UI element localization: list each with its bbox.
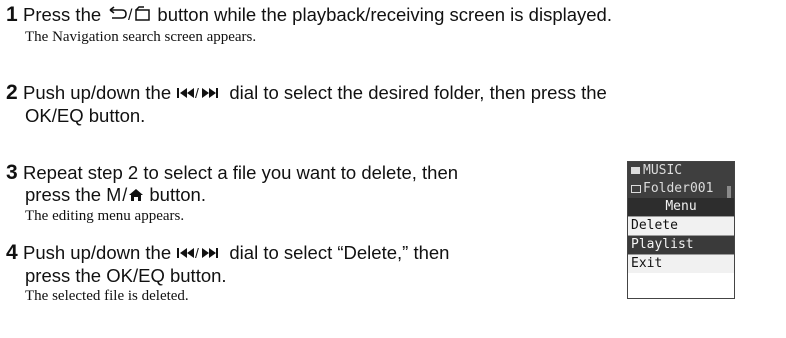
- svg-text:/: /: [128, 7, 133, 23]
- step-number: 4: [6, 241, 18, 264]
- step-text-part: dial to select “Delete,” then: [224, 242, 450, 263]
- step-2: 2 Push up/down the / dial to select the d…: [6, 82, 607, 127]
- step-text-part: button.: [144, 184, 206, 205]
- menu-item-delete: Delete: [628, 217, 734, 235]
- folder-header-label: MUSIC: [643, 163, 683, 178]
- step-3-text: 3 Repeat step 2 to select a file you want…: [6, 162, 458, 184]
- skip-dial-icon: /: [176, 83, 224, 105]
- folder-filled-icon: [631, 167, 640, 174]
- back-home-button-icon: /: [106, 5, 152, 28]
- svg-text:/: /: [195, 86, 199, 100]
- step-2-text-line2: OK/EQ button.: [25, 105, 146, 127]
- folder-header-row: MUSIC: [628, 162, 734, 180]
- folder-item-label: Folder001: [643, 181, 714, 196]
- step-4-text: 4 Push up/down the / dial to select “Dele…: [6, 242, 449, 265]
- step-3-note: The editing menu appears.: [25, 208, 185, 225]
- svg-text:/: /: [195, 246, 199, 260]
- menu-item-exit: Exit: [628, 255, 734, 273]
- step-4-note: The selected file is deleted.: [25, 288, 189, 305]
- step-text-part: dial to select the desired folder, then …: [224, 82, 607, 103]
- device-screen: MUSIC Folder001 Menu Delete Playlist Exi…: [627, 161, 735, 299]
- step-1-note: The Navigation search screen appears.: [25, 28, 257, 45]
- step-1-text: 1 Press the / button while the playback/r…: [6, 4, 612, 28]
- step-3: 3 Repeat step 2 to select a file you want…: [6, 162, 458, 226]
- step-1: 1 Press the / button while the playback/r…: [6, 4, 612, 47]
- step-2-text: 2 Push up/down the / dial to select the d…: [6, 82, 607, 105]
- step-3-text-line2: press the M/ button.: [6, 184, 458, 207]
- step-4-text-line2: press the OK/EQ button.: [25, 265, 227, 287]
- menu-item-playlist: Playlist: [628, 236, 734, 254]
- menu-title-row: Menu: [628, 198, 734, 216]
- folder-outline-icon: [631, 184, 641, 193]
- folder-item-row: Folder001: [628, 180, 734, 198]
- step-number: 2: [6, 81, 18, 104]
- step-4: 4 Push up/down the / dial to select “Dele…: [6, 242, 449, 306]
- step-number: 3: [6, 161, 18, 184]
- step-text-part: press the: [25, 184, 107, 205]
- step-text-part: Press the: [23, 4, 107, 25]
- skip-dial-icon: /: [176, 243, 224, 265]
- step-text-part: Repeat step 2 to select a file you want …: [23, 162, 459, 183]
- step-text-part: Push up/down the: [23, 242, 177, 263]
- step-text-part: Push up/down the: [23, 82, 177, 103]
- home-icon: [128, 185, 144, 207]
- menu-button-label: M/: [106, 185, 129, 205]
- step-number: 1: [6, 3, 18, 26]
- step-text-part: button while the playback/receiving scre…: [152, 4, 612, 25]
